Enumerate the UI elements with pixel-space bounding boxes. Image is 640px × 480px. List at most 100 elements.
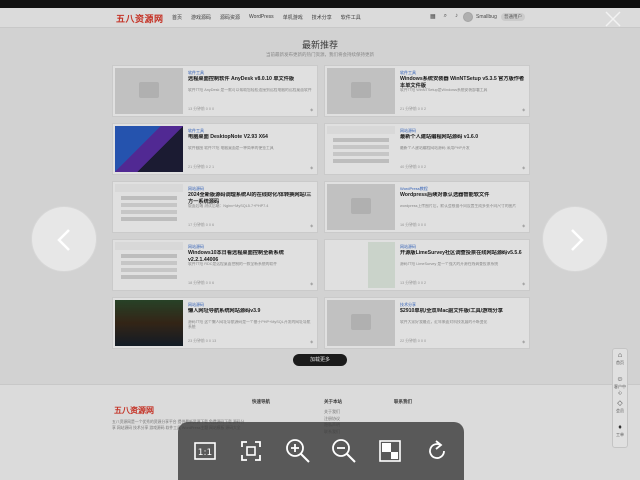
post-thumbnail[interactable]: [115, 126, 183, 172]
pin-icon: ◈: [522, 108, 525, 112]
post-card[interactable]: 网站源码 2024全新版源码调理系统AI的在线财化/体转换网站/三方一系统源码 版面…: [112, 181, 318, 233]
viewer-toolbar: 1:1: [178, 422, 464, 480]
post-thumbnail[interactable]: [327, 126, 395, 172]
post-thumbnail[interactable]: [115, 300, 183, 346]
side-item-user[interactable]: ☺ 客户中心: [613, 373, 627, 397]
pin-icon: ◈: [522, 224, 525, 228]
side-item-label: 首页: [616, 360, 624, 365]
post-title[interactable]: 电脑桌面 DesktopNote V2.93 X64: [188, 134, 314, 141]
pin-icon: ◈: [310, 340, 313, 344]
viewer-top-bar-edge: [500, 0, 640, 8]
post-thumbnail[interactable]: [115, 184, 183, 230]
zoom-out-button[interactable]: [327, 434, 361, 468]
user-name[interactable]: Smallbug: [476, 14, 497, 20]
diamond-icon: ◇: [617, 400, 623, 407]
post-meta: 22 分钟前 0 0 0: [400, 339, 427, 343]
chevron-left-icon: [57, 229, 70, 251]
post-meta: 13 分钟前 0 0 0: [188, 107, 215, 111]
post-description: 软件介绍 WinNTSetup是Windows系统安装部署工具: [400, 88, 488, 92]
post-thumbnail[interactable]: [327, 68, 395, 114]
pin-icon: ◈: [310, 224, 313, 228]
rotate-icon: [428, 440, 445, 459]
fullscreen-icon: [379, 440, 402, 462]
pin-icon: ◈: [522, 166, 525, 170]
actual-size-icon: 1:1: [194, 442, 216, 460]
side-item-home[interactable]: ⌂ 首页: [613, 349, 627, 373]
side-item-label: 会员: [616, 408, 624, 413]
nav-item-games[interactable]: 单机游戏: [283, 14, 303, 21]
bell-icon[interactable]: ♪: [455, 13, 458, 20]
fit-screen-icon: [241, 441, 262, 461]
side-item-label: 客户中心: [614, 384, 626, 395]
chevron-right-icon: [571, 229, 584, 251]
vip-badge[interactable]: 普通用户: [501, 13, 525, 21]
load-more-button[interactable]: 加载更多: [293, 354, 347, 366]
fit-screen-button[interactable]: [234, 434, 268, 468]
footer-link[interactable]: 关于我们: [324, 409, 342, 416]
post-thumbnail[interactable]: [115, 242, 183, 288]
rotate-button[interactable]: [420, 434, 454, 468]
post-title[interactable]: 开源版LimeSurvey社区调查投票在线网站源码v5.5.6: [400, 250, 526, 257]
pin-icon: ◈: [310, 108, 313, 112]
side-toolbar: ⌂ 首页 ☺ 客户中心 ◇ 会员 ♦ 工单: [612, 348, 628, 448]
post-card[interactable]: 网站源码 懒人网址导航系统网站源码v3.9 源码介绍 这个懒人网址导航源码是一个基于…: [112, 297, 318, 349]
post-thumbnail[interactable]: [115, 68, 183, 114]
footer-col-contact: 联系我们: [394, 399, 412, 409]
post-description: 软件大家好我最近，近年来面对科技发展的不断变化: [400, 320, 488, 324]
post-card[interactable]: 网站源码 开源版LimeSurvey社区调查投票在线网站源码v5.5.6 源码介绍 …: [324, 239, 530, 291]
nav-item-wordpress[interactable]: WordPress: [249, 14, 274, 21]
fullscreen-button[interactable]: [373, 434, 407, 468]
post-title[interactable]: 懒人网址导航系统网站源码v3.9: [188, 308, 314, 315]
zoom-in-icon: [285, 439, 310, 463]
footer-col-title: 联系我们: [394, 399, 412, 404]
footer-col-nav: 快速导航: [252, 399, 270, 409]
post-card[interactable]: 软件工具 Windows系统安装器 WinNTSetup v5.3.5 官方版作者…: [324, 65, 530, 117]
search-icon[interactable]: ⌕: [444, 13, 447, 20]
footer-col-title: 关于本站: [324, 399, 342, 404]
side-item-ticket[interactable]: ♦ 工单: [613, 421, 627, 445]
post-thumbnail[interactable]: [327, 242, 395, 288]
section-title: 最新推荐: [301, 40, 338, 50]
nav-item-home[interactable]: 首页: [172, 14, 182, 21]
svg-text:1:1: 1:1: [198, 448, 212, 458]
post-meta: 13 分钟前 0 0 2: [400, 281, 427, 285]
post-card[interactable]: 技术分享 $2910单机/全双/Mac副文件版/工具/游戏分享 软件大家好我最近，近…: [324, 297, 530, 349]
nav-item-game-source[interactable]: 游戏源码: [191, 14, 211, 21]
post-title[interactable]: 最新个人建站编程网站源码 v1.6.0: [400, 134, 526, 141]
grid-icon[interactable]: ▦: [430, 13, 436, 20]
post-description: 最新个人建站编程网站源码 采用PHP开发: [400, 146, 470, 150]
post-thumbnail[interactable]: [327, 300, 395, 346]
post-meta: 16 分钟前 0 0 0: [400, 223, 427, 227]
post-description: 软件介绍 RDC是远程桌面控制的一款全新系统的软件: [188, 262, 278, 266]
next-image-button[interactable]: [542, 206, 608, 272]
post-card[interactable]: 网站源码 Windows10本日看远程桌面控制全新系统 v2.2.1.44006 软…: [112, 239, 318, 291]
zoom-in-button[interactable]: [281, 434, 315, 468]
nav-item-tools[interactable]: 软件工具: [341, 14, 361, 21]
post-description: 软件介绍 AnyDesk 是一款可以帮助您轻松连接到远程电脑的远程桌面软件: [188, 88, 312, 92]
section-subtitle: 当前最新发布更新的热门资源，我们将会持续保持更新: [266, 52, 374, 57]
side-item-vip[interactable]: ◇ 会员: [613, 397, 627, 421]
post-thumbnail[interactable]: [327, 184, 395, 230]
post-card[interactable]: 软件工具 远程桌面控制软件 AnyDesk v8.0.10 单文件版 软件介绍 An…: [112, 65, 318, 117]
post-meta: 23 分钟前 0 0 13: [188, 339, 217, 343]
close-viewer-button[interactable]: [596, 10, 630, 32]
prev-image-button[interactable]: [31, 206, 97, 272]
avatar[interactable]: [463, 12, 473, 22]
actual-size-button[interactable]: 1:1: [188, 434, 222, 468]
post-title[interactable]: $2910单机/全双/Mac副文件版/工具/游戏分享: [400, 308, 526, 315]
post-title[interactable]: 远程桌面控制软件 AnyDesk v8.0.10 单文件版: [188, 76, 314, 83]
post-card[interactable]: 软件工具 电脑桌面 DesktopNote V2.93 X64 软件截图 软件介绍 …: [112, 123, 318, 175]
post-card[interactable]: WordPress教程 Wordpress后续对象认选器智能软文件 wordpres…: [324, 181, 530, 233]
post-meta: 21 分钟前 0 0 2: [400, 107, 427, 111]
post-card[interactable]: 网站源码 最新个人建站编程网站源码 v1.6.0 最新个人建站编程网站源码 采用PH…: [324, 123, 530, 175]
post-title[interactable]: Wordpress后续对象认选器智能软文件: [400, 192, 526, 199]
site-logo[interactable]: 五八资源网: [116, 12, 164, 25]
post-meta: 18 分钟前 0 0 6: [188, 281, 215, 285]
pin-icon: ◈: [522, 282, 525, 286]
nav-item-tech[interactable]: 技术分享: [312, 14, 332, 21]
header-icons: ▦ ⌕ ♪: [430, 13, 458, 20]
viewer-top-bar: [0, 0, 640, 8]
nav-item-source[interactable]: 源码资源: [220, 14, 240, 21]
post-meta: 40 分钟前 0 0 2: [400, 165, 427, 169]
pin-icon: ◈: [310, 282, 313, 286]
